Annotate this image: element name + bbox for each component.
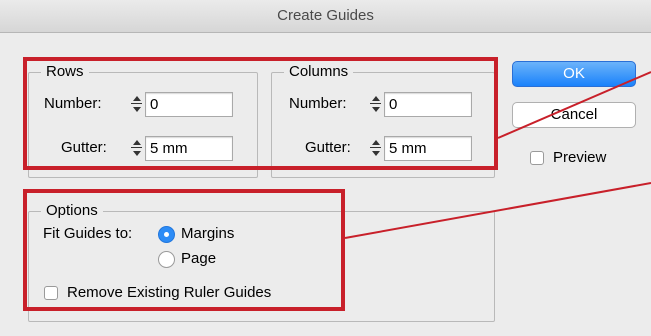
stepper-down-arrow-icon[interactable] [369, 104, 382, 114]
columns-gutter-label: Gutter: [305, 139, 351, 156]
rows-gutter-field[interactable]: 5 mm [145, 136, 233, 161]
stepper-up-arrow-icon[interactable] [369, 93, 382, 103]
fit-guides-label: Fit Guides to: [43, 225, 133, 242]
stepper-down-arrow-icon[interactable] [130, 148, 143, 158]
window-title: Create Guides [277, 7, 374, 24]
stepper-up-arrow-icon[interactable] [130, 137, 143, 147]
rows-legend: Rows [41, 63, 89, 81]
rows-group: Rows [28, 63, 258, 178]
stepper-up-arrow-icon[interactable] [130, 93, 143, 103]
cancel-button[interactable]: Cancel [512, 102, 636, 128]
columns-number-stepper[interactable] [369, 93, 382, 114]
remove-guides-checkbox[interactable] [44, 286, 58, 300]
columns-group: Columns [271, 63, 495, 178]
stepper-down-arrow-icon[interactable] [130, 104, 143, 114]
columns-gutter-stepper[interactable] [369, 137, 382, 158]
preview-label[interactable]: Preview [553, 148, 606, 168]
preview-checkbox[interactable] [530, 151, 544, 165]
columns-number-label: Number: [289, 95, 347, 112]
columns-number-field[interactable]: 0 [384, 92, 472, 117]
title-bar: Create Guides [0, 0, 651, 33]
margins-radio[interactable] [158, 226, 175, 243]
rows-gutter-stepper[interactable] [130, 137, 143, 158]
margins-radio-label[interactable]: Margins [181, 224, 234, 244]
stepper-up-arrow-icon[interactable] [369, 137, 382, 147]
stepper-down-arrow-icon[interactable] [369, 148, 382, 158]
rows-number-field[interactable]: 0 [145, 92, 233, 117]
options-legend: Options [41, 202, 103, 220]
page-radio[interactable] [158, 251, 175, 268]
rows-number-stepper[interactable] [130, 93, 143, 114]
columns-legend: Columns [284, 63, 354, 81]
rows-gutter-label: Gutter: [61, 139, 107, 156]
remove-guides-label[interactable]: Remove Existing Ruler Guides [67, 283, 271, 303]
rows-number-label: Number: [44, 95, 102, 112]
ok-button[interactable]: OK [512, 61, 636, 87]
page-radio-label[interactable]: Page [181, 249, 216, 269]
columns-gutter-field[interactable]: 5 mm [384, 136, 472, 161]
